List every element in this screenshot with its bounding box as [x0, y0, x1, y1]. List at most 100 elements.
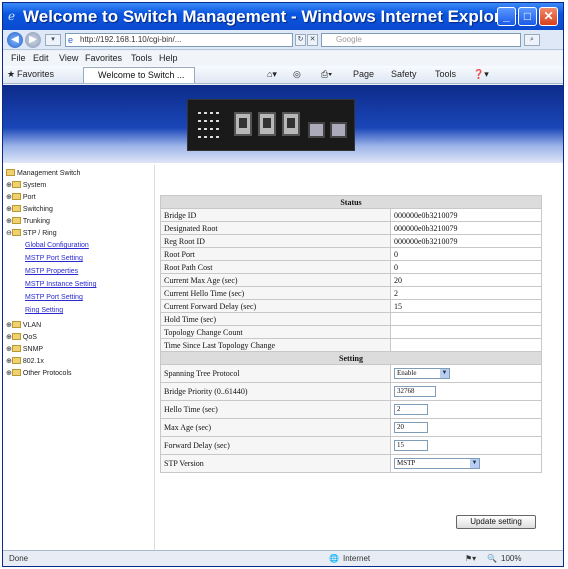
tree-item-stp-ring[interactable]: ⊖ STP / Ring	[6, 229, 57, 237]
status-bar: Done 🌐 Internet ⚑▾ 🔍 100%	[3, 550, 563, 566]
stp-enable-label: Spanning Tree Protocol	[160, 364, 391, 383]
history-dropdown-icon[interactable]: ▾	[45, 34, 61, 46]
switch-front-panel-image	[187, 99, 355, 151]
status-value: 15	[390, 299, 542, 313]
menu-view[interactable]: View	[59, 53, 78, 63]
zoom-icon[interactable]: 🔍	[487, 554, 497, 563]
forward-button[interactable]: ▶	[25, 32, 41, 48]
mstp-port-setting-2-link[interactable]: MSTP Port Setting	[25, 294, 83, 301]
table-row: Forward Delay (sec) 15	[160, 436, 542, 455]
stop-icon[interactable]: ✕	[307, 34, 318, 46]
hello-time-label: Hello Time (sec)	[160, 400, 391, 419]
table-row: Designated Root 000000e0b3210079	[160, 221, 542, 235]
menu-file[interactable]: File	[11, 53, 26, 63]
address-input[interactable]: e http://192.168.1.10/cgi-bin/...	[65, 33, 293, 47]
print-icon[interactable]: ⎙▾	[321, 69, 332, 80]
internet-zone-icon: 🌐	[329, 554, 339, 563]
folder-icon	[11, 217, 21, 224]
tree-item-other-protocols[interactable]: ⊕ Other Protocols	[6, 369, 72, 377]
status-label: Current Hello Time (sec)	[160, 286, 391, 300]
status-value	[390, 312, 542, 326]
table-row: Bridge ID 000000e0b3210079	[160, 208, 542, 222]
tree-item-8021x[interactable]: ⊕ 802.1x	[6, 357, 44, 365]
table-row: Bridge Priority (0..61440) 32768	[160, 382, 542, 401]
tree-item-switching[interactable]: ⊕ Switching	[6, 205, 53, 213]
page-content: Management Switch ⊕ System ⊕ Port ⊕ Switchi…	[3, 85, 563, 550]
address-text: http://192.168.1.10/cgi-bin/...	[80, 35, 182, 44]
folder-icon	[11, 357, 21, 364]
open-folder-icon	[11, 229, 21, 236]
protected-mode-icon[interactable]: ⚑▾	[465, 554, 476, 563]
status-label: Current Forward Delay (sec)	[160, 299, 391, 313]
status-label: Bridge ID	[160, 208, 391, 222]
button-row: Update setting	[160, 515, 542, 535]
status-value: 000000e0b3210079	[390, 221, 542, 235]
page-menu[interactable]: Page	[353, 69, 374, 79]
tree-item-vlan[interactable]: ⊕ VLAN	[6, 321, 41, 329]
chevron-down-icon: ▼	[470, 459, 479, 468]
status-label: Time Since Last Topology Change	[160, 338, 391, 352]
zoom-level[interactable]: 100%	[501, 554, 521, 563]
back-button[interactable]: ◀	[7, 32, 23, 48]
forward-delay-input[interactable]: 15	[394, 440, 428, 451]
fiber-port-1	[308, 122, 325, 138]
status-value: 000000e0b3210079	[390, 234, 542, 248]
stp-global-configuration-link[interactable]: Global Configuration	[25, 242, 89, 249]
mstp-properties-link[interactable]: MSTP Properties	[25, 268, 78, 275]
favorites-button[interactable]: Favorites	[17, 69, 54, 79]
close-button[interactable]: ✕	[539, 7, 558, 26]
ethernet-port-2	[258, 112, 276, 136]
status-value	[390, 325, 542, 339]
bridge-priority-input[interactable]: 32768	[394, 386, 436, 397]
ring-setting-link[interactable]: Ring Setting	[25, 307, 63, 314]
tree-item-qos[interactable]: ⊕ QoS	[6, 333, 37, 341]
window-title: Welcome to Switch Management - Windows I…	[23, 7, 517, 26]
mstp-port-setting-link[interactable]: MSTP Port Setting	[25, 255, 83, 262]
search-input[interactable]: Google	[321, 33, 521, 47]
home-icon[interactable]: ⌂▾	[267, 69, 277, 80]
bridge-priority-label: Bridge Priority (0..61440)	[160, 382, 391, 401]
max-age-input[interactable]: 20	[394, 422, 428, 433]
tree-item-system[interactable]: ⊕ System	[6, 181, 46, 189]
refresh-icon[interactable]: ↻	[295, 34, 306, 46]
stp-enable-select[interactable]: Enable ▼	[394, 368, 450, 379]
header-banner	[3, 85, 563, 163]
table-row: Current Hello Time (sec) 2	[160, 286, 542, 300]
status-value: 2	[390, 286, 542, 300]
feeds-icon[interactable]: ◎	[293, 69, 301, 80]
browser-tab[interactable]: Welcome to Switch ...	[83, 67, 195, 83]
search-icon[interactable]: ⌕	[524, 34, 540, 46]
menu-favorites[interactable]: Favorites	[85, 53, 122, 63]
setting-header: Setting	[160, 351, 542, 365]
tab-label: Welcome to Switch ...	[98, 70, 185, 80]
stp-version-label: STP Version	[160, 454, 391, 473]
help-icon[interactable]: ❓▾	[473, 69, 489, 80]
status-value: 20	[390, 273, 542, 287]
hello-time-input[interactable]: 2	[394, 404, 428, 415]
menu-tools[interactable]: Tools	[131, 53, 152, 63]
folder-icon	[11, 333, 21, 340]
status-value: 0	[390, 247, 542, 261]
safety-menu[interactable]: Safety	[391, 69, 417, 79]
table-row: Root Path Cost 0	[160, 260, 542, 274]
ethernet-port-3	[282, 112, 300, 136]
tree-root[interactable]: Management Switch	[6, 169, 80, 177]
status-label: Topology Change Count	[160, 325, 391, 339]
mstp-instance-setting-link[interactable]: MSTP Instance Setting	[25, 281, 96, 288]
tree-item-trunking[interactable]: ⊕ Trunking	[6, 217, 50, 225]
menu-edit[interactable]: Edit	[33, 53, 49, 63]
status-label: Root Port	[160, 247, 391, 261]
tree-item-snmp[interactable]: ⊕ SNMP	[6, 345, 43, 353]
tools-menu[interactable]: Tools	[435, 69, 456, 79]
favorites-star-icon[interactable]: ★	[7, 69, 15, 80]
minimize-button[interactable]: _	[497, 7, 516, 26]
maximize-button[interactable]: □	[518, 7, 537, 26]
chevron-down-icon: ▼	[440, 369, 449, 378]
tree-item-port[interactable]: ⊕ Port	[6, 193, 36, 201]
stp-version-select[interactable]: MSTP ▼	[394, 458, 480, 469]
menu-help[interactable]: Help	[159, 53, 178, 63]
update-setting-button[interactable]: Update setting	[456, 515, 536, 529]
browser-window: ℯ Welcome to Switch Management - Windows…	[2, 2, 564, 567]
status-label: Current Max Age (sec)	[160, 273, 391, 287]
forward-delay-label: Forward Delay (sec)	[160, 436, 391, 455]
